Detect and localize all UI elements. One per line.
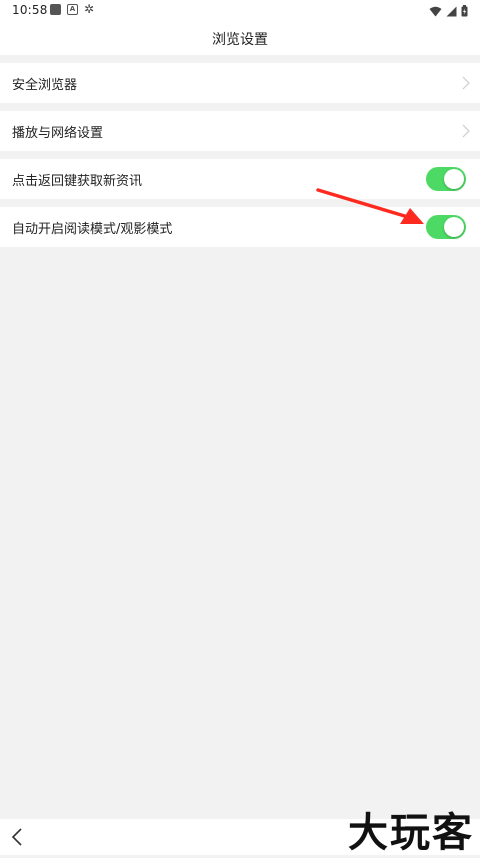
- battery-icon: [461, 5, 468, 17]
- chevron-right-icon: [462, 124, 470, 138]
- toggle-knob: [444, 169, 464, 189]
- wifi-icon: [429, 6, 442, 16]
- square-notification-icon: [50, 4, 61, 15]
- settings-row-playback-network[interactable]: 播放与网络设置: [0, 111, 480, 151]
- status-bar: 10:58 A ✲: [0, 0, 480, 22]
- page-title: 浏览设置: [212, 32, 268, 48]
- settings-row-label: 自动开启阅读模式/观影模式: [12, 222, 173, 237]
- toggle-knob: [444, 217, 464, 237]
- watermark-text: 大玩客: [348, 810, 474, 856]
- signal-icon: [446, 6, 457, 16]
- status-time: 10:58: [12, 3, 48, 17]
- auto-reading-mode-toggle[interactable]: [426, 215, 466, 239]
- bug-icon: ✲: [84, 2, 95, 16]
- header: 浏览设置: [0, 22, 480, 55]
- settings-row-back-refresh: 点击返回键获取新资讯: [0, 159, 480, 199]
- settings-row-label: 安全浏览器: [12, 78, 78, 93]
- chevron-left-icon[interactable]: [10, 827, 24, 847]
- settings-row-safe-browser[interactable]: 安全浏览器: [0, 63, 480, 103]
- settings-row-label: 点击返回键获取新资讯: [12, 174, 143, 189]
- back-refresh-toggle[interactable]: [426, 167, 466, 191]
- chevron-right-icon: [462, 76, 470, 90]
- settings-row-label: 播放与网络设置: [12, 126, 104, 141]
- status-right-icons: [429, 4, 468, 18]
- settings-row-auto-reading-mode: 自动开启阅读模式/观影模式: [0, 207, 480, 247]
- a-box-notification-icon: A: [67, 4, 78, 15]
